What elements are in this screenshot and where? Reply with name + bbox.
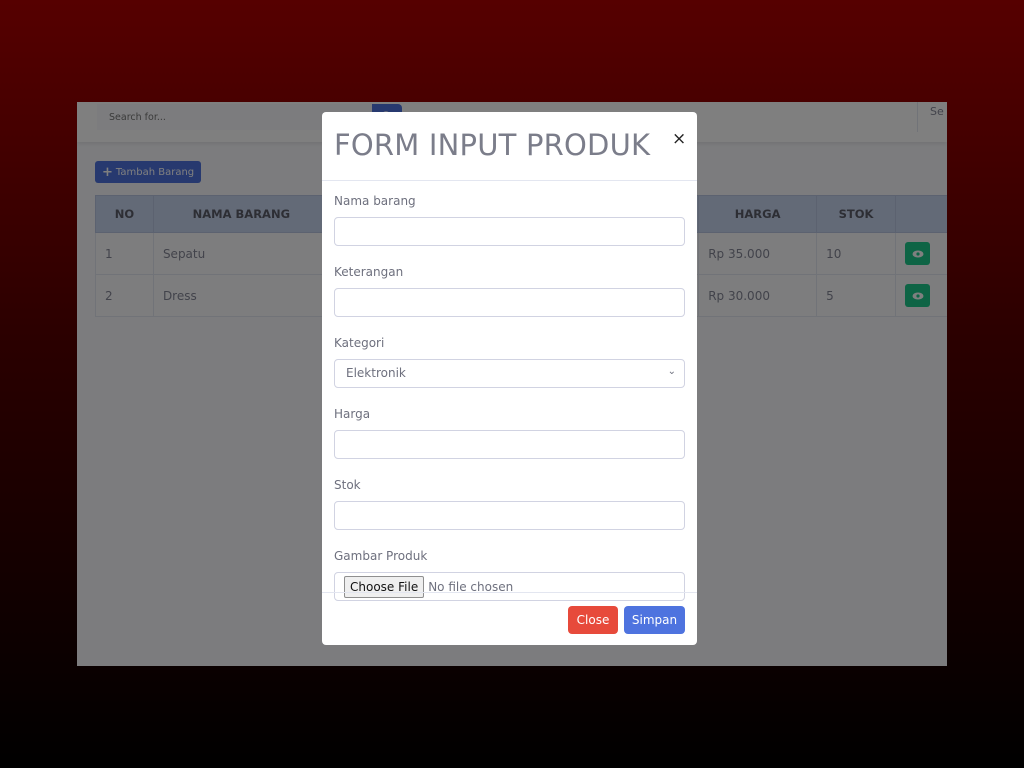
- category-select-wrapper: Elektronik ⌄: [334, 359, 685, 388]
- category-label: Kategori: [334, 336, 385, 350]
- modal-title: FORM INPUT PRODUK: [334, 128, 651, 162]
- modal-footer: Close Simpan: [322, 592, 697, 645]
- image-label: Gambar Produk: [334, 549, 428, 563]
- stock-label: Stok: [334, 478, 361, 492]
- chevron-down-icon: ⌄: [667, 366, 676, 377]
- close-icon[interactable]: ×: [672, 129, 686, 149]
- modal-header: FORM INPUT PRODUK ×: [322, 112, 697, 181]
- price-label: Harga: [334, 407, 371, 421]
- category-selected-value: Elektronik: [346, 366, 406, 380]
- category-select[interactable]: Elektronik: [334, 359, 685, 388]
- price-field[interactable]: [334, 430, 685, 459]
- product-form-modal: FORM INPUT PRODUK × Nama barang Keterang…: [322, 112, 697, 645]
- stock-field[interactable]: [334, 501, 685, 530]
- close-button[interactable]: Close: [568, 606, 618, 634]
- description-label: Keterangan: [334, 265, 404, 279]
- modal-body: Nama barang Keterangan Kategori Elektron…: [334, 194, 685, 601]
- save-button[interactable]: Simpan: [624, 606, 685, 634]
- description-field[interactable]: [334, 288, 685, 317]
- name-field[interactable]: [334, 217, 685, 246]
- name-label: Nama barang: [334, 194, 416, 208]
